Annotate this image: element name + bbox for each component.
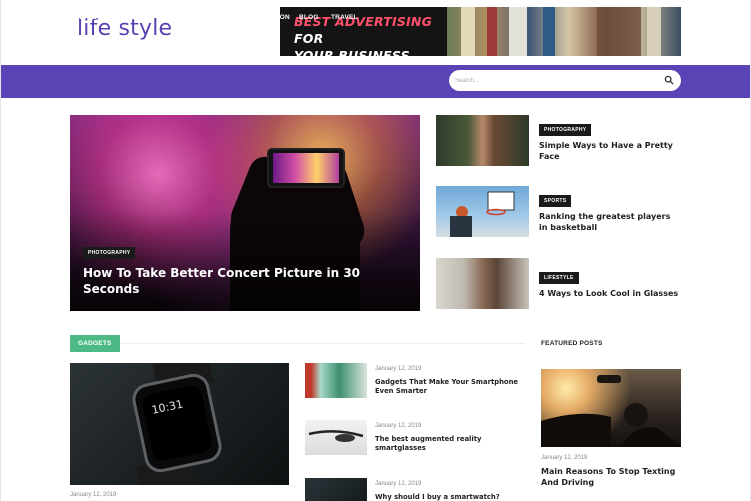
gadget-list-2-thumb[interactable] — [305, 420, 367, 455]
search-input[interactable] — [455, 74, 655, 87]
side-article-3-title[interactable]: 4 Ways to Look Cool in Glasses — [539, 288, 679, 299]
hero-image-phone-screen — [273, 153, 339, 183]
gadget-main-article[interactable]: 10:31 — [70, 363, 289, 485]
gadget-main-date: January 12, 2019 — [70, 492, 117, 498]
side-article-2-title[interactable]: Ranking the greatest players in basketba… — [539, 211, 679, 233]
hero-title[interactable]: How To Take Better Concert Picture in 30… — [83, 265, 383, 297]
gadget-list-2-title[interactable]: The best augmented reality smartglasses — [375, 435, 527, 453]
nav-item-blog[interactable]: BLOG — [299, 14, 319, 21]
ad-image — [447, 7, 681, 56]
gadget-list-1-thumb[interactable] — [305, 363, 367, 398]
gadget-list-3-date: January 12, 2019 — [375, 481, 422, 487]
gadget-list-3-title[interactable]: Why should I buy a smartwatch? — [375, 493, 527, 501]
hero-article[interactable]: PHOTOGRAPHY How To Take Better Concert P… — [70, 115, 420, 311]
side-article-1-title[interactable]: Simple Ways to Have a Pretty Face — [539, 140, 679, 162]
ad-line-1-rest: FOR — [294, 31, 324, 46]
gadget-list-1-title[interactable]: Gadgets That Make Your Smartphone Even S… — [375, 378, 527, 396]
nav-item-travel[interactable]: TRAVEL — [331, 14, 358, 21]
featured-post-thumb[interactable] — [541, 369, 681, 447]
search-icon[interactable] — [664, 75, 674, 85]
side-article-2-thumb[interactable] — [436, 186, 529, 237]
side-article-3-badge[interactable]: LIFESTYLE — [539, 272, 579, 284]
page: life style BEST ADVERTISING FOR YOUR BUS… — [0, 0, 751, 501]
watch-image: 10:31 — [129, 370, 225, 476]
search-box — [449, 70, 681, 91]
watch-time: 10:31 — [150, 397, 185, 417]
featured-posts-heading: FEATURED POSTS — [541, 340, 603, 347]
gadget-list-3-thumb[interactable] — [305, 478, 367, 501]
nav-item-style[interactable]: STYLE — [216, 14, 238, 21]
gadget-list-1-date: January 12, 2019 — [375, 366, 422, 372]
basketball-hoop-icon — [450, 191, 515, 237]
side-article-1-badge[interactable]: PHOTOGRAPHY — [539, 124, 592, 136]
side-article-2-badge[interactable]: SPORTS — [539, 195, 572, 207]
car-interior-icon — [541, 375, 681, 447]
ad-line-2: YOUR BUSINESS — [294, 48, 410, 56]
watch-screen: 10:31 — [140, 383, 214, 463]
hero-image-phone — [267, 148, 345, 188]
nav-item-technology[interactable]: TECHNOLOGY — [160, 14, 208, 21]
section-divider — [120, 343, 525, 344]
gadgets-section-tag[interactable]: GADGETS — [70, 335, 120, 352]
smartglasses-icon — [308, 430, 364, 442]
featured-post-date: January 12, 2019 — [541, 455, 588, 461]
nav-item-education[interactable]: EDUCATION — [250, 14, 290, 21]
side-article-1-thumb[interactable] — [436, 115, 529, 166]
nav-item-health[interactable]: HEALTH — [117, 14, 144, 21]
hero-category-badge[interactable]: PHOTOGRAPHY — [83, 247, 136, 259]
gadget-list-2-date: January 12, 2019 — [375, 423, 422, 429]
featured-post-title[interactable]: Main Reasons To Stop Texting And Driving — [541, 466, 681, 488]
nav-item-news[interactable]: NEWS — [77, 14, 97, 21]
side-article-3-thumb[interactable] — [436, 258, 529, 309]
